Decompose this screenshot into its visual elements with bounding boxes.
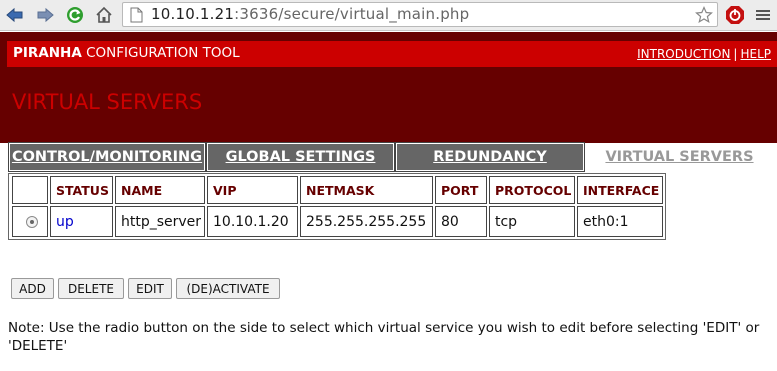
app-title-rest: CONFIGURATION TOOL bbox=[81, 45, 240, 61]
forward-button[interactable] bbox=[34, 4, 56, 26]
table-header-port: PORT bbox=[435, 176, 487, 204]
introduction-link[interactable]: INTRODUCTION bbox=[637, 47, 730, 61]
add-button[interactable]: ADD bbox=[11, 278, 54, 299]
title-bar: PIRANHA CONFIGURATION TOOL INTRODUCTION |… bbox=[7, 41, 777, 67]
table-header-netmask: NETMASK bbox=[300, 176, 433, 204]
row-name: http_server bbox=[115, 206, 205, 237]
table-row-select-cell bbox=[12, 206, 48, 237]
adblock-button[interactable] bbox=[724, 4, 746, 26]
edit-button[interactable]: EDIT bbox=[128, 278, 172, 299]
header-background: PIRANHA CONFIGURATION TOOL INTRODUCTION |… bbox=[0, 32, 777, 143]
table-header-select bbox=[12, 176, 48, 204]
row-select-radio[interactable] bbox=[26, 215, 38, 228]
delete-button[interactable]: DELETE bbox=[58, 278, 124, 299]
app-title-bold: PIRANHA bbox=[13, 45, 82, 61]
section-title: VIRTUAL SERVERS bbox=[12, 90, 203, 114]
page-content: PIRANHA CONFIGURATION TOOL INTRODUCTION |… bbox=[0, 32, 777, 371]
bookmark-star-icon[interactable] bbox=[695, 6, 713, 24]
tab-global-settings[interactable]: GLOBAL SETTINGS bbox=[206, 142, 395, 172]
row-protocol: tcp bbox=[489, 206, 575, 237]
help-note: Note: Use the radio button on the side t… bbox=[8, 320, 760, 354]
tab-redundancy[interactable]: REDUNDANCY bbox=[395, 142, 585, 172]
table-header-protocol: PROTOCOL bbox=[489, 176, 575, 204]
activate-button[interactable]: (DE)ACTIVATE bbox=[176, 278, 280, 299]
browser-toolbar: 10.10.1.21:3636/secure/virtual_main.php bbox=[0, 0, 777, 31]
address-bar[interactable]: 10.10.1.21:3636/secure/virtual_main.php bbox=[122, 2, 718, 27]
row-vip: 10.10.1.20 bbox=[207, 206, 298, 237]
table-header-vip: VIP bbox=[207, 176, 298, 204]
row-status-link[interactable]: up bbox=[50, 206, 113, 237]
row-port: 80 bbox=[435, 206, 487, 237]
tab-control-monitoring[interactable]: CONTROL/MONITORING bbox=[8, 142, 206, 172]
reload-icon bbox=[67, 7, 83, 23]
tab-label: REDUNDANCY bbox=[433, 149, 547, 165]
url-host: 10.10.1.21 bbox=[151, 5, 235, 23]
row-interface: eth0:1 bbox=[577, 206, 663, 237]
stop-sign-icon bbox=[726, 6, 744, 24]
reload-button[interactable] bbox=[64, 4, 86, 26]
virtual-servers-table: STATUS NAME VIP NETMASK PORT PROTOCOL IN… bbox=[8, 173, 666, 240]
back-button[interactable] bbox=[4, 4, 26, 26]
forward-arrow-icon bbox=[37, 7, 54, 23]
tab-virtual-servers[interactable]: VIRTUAL SERVERS bbox=[586, 143, 773, 171]
home-button[interactable] bbox=[93, 4, 115, 26]
tab-label: VIRTUAL SERVERS bbox=[605, 149, 754, 165]
row-netmask: 255.255.255.255 bbox=[300, 206, 433, 237]
tab-bar: CONTROL/MONITORING GLOBAL SETTINGS REDUN… bbox=[8, 142, 777, 172]
home-icon bbox=[96, 6, 112, 23]
menu-button[interactable] bbox=[752, 4, 774, 26]
help-link[interactable]: HELP bbox=[740, 47, 771, 61]
tab-label: CONTROL/MONITORING bbox=[11, 149, 203, 165]
table-header-status: STATUS bbox=[50, 176, 113, 204]
table-header-name: NAME bbox=[115, 176, 205, 204]
tab-label: GLOBAL SETTINGS bbox=[225, 149, 376, 165]
back-arrow-icon bbox=[6, 7, 23, 23]
wrench-menu-icon bbox=[756, 10, 770, 20]
link-separator: | bbox=[733, 47, 738, 61]
page-icon bbox=[130, 7, 143, 23]
top-links: INTRODUCTION | HELP bbox=[637, 47, 771, 61]
table-header-interface: INTERFACE bbox=[577, 176, 663, 204]
url-path: :3636/secure/virtual_main.php bbox=[234, 5, 470, 23]
url-text: 10.10.1.21:3636/secure/virtual_main.php bbox=[151, 5, 469, 23]
app-title: PIRANHA CONFIGURATION TOOL bbox=[13, 45, 240, 61]
